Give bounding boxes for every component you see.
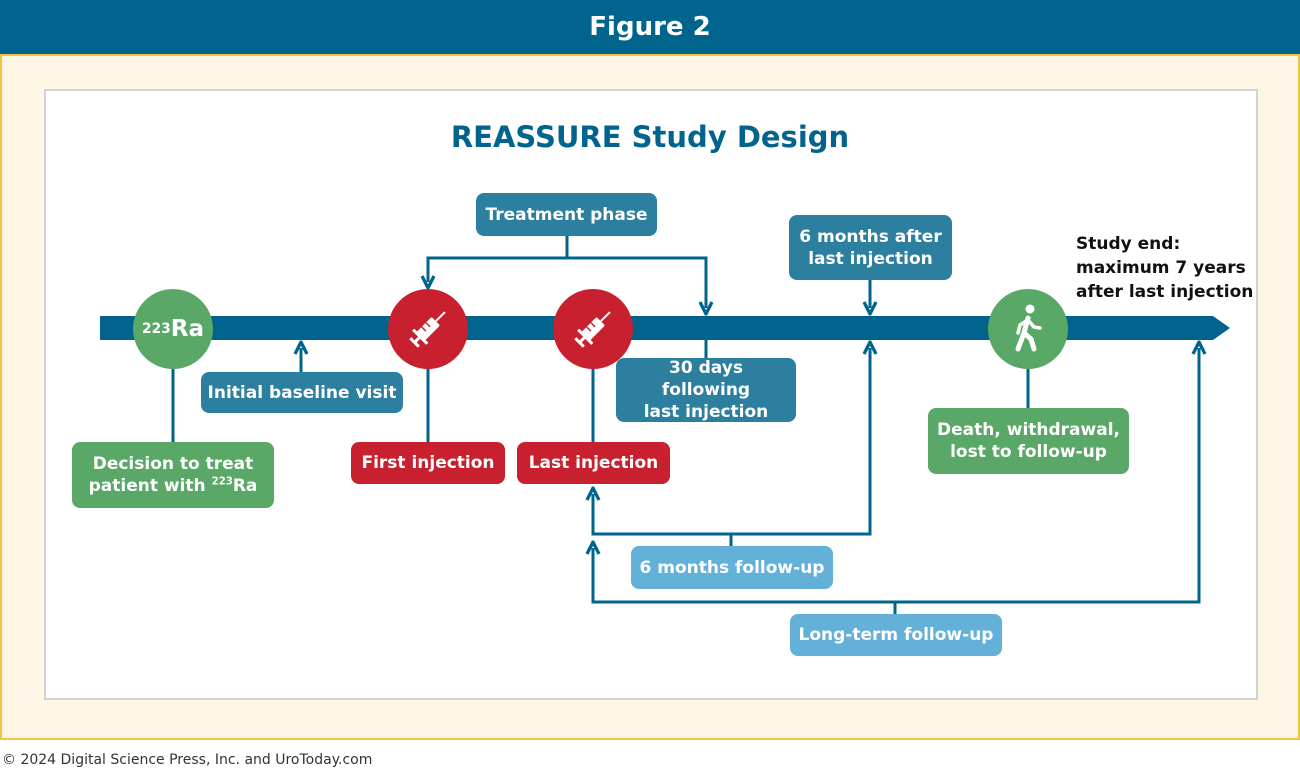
study-end-label: Study end: <box>1076 234 1181 254</box>
decision-line1: Decision to treat <box>92 454 254 474</box>
ra-marker-label: 223 Ra <box>141 316 205 342</box>
first-injection-box: First injection <box>351 442 505 484</box>
last-injection-label: Last injection <box>528 453 659 473</box>
decision-sup: 223 <box>211 476 233 488</box>
ra-marker-symbol: Ra <box>170 316 205 342</box>
study-end-circle <box>988 289 1068 369</box>
treatment-phase-label: Treatment phase <box>485 204 648 225</box>
six-months-after-line1: 6 months after <box>799 226 942 247</box>
decision-box: Decision to treat patient with 223Ra <box>72 442 274 508</box>
thirty-days-box: 30 days following last injection <box>616 358 796 422</box>
death-line2: lost to follow-up <box>950 442 1107 462</box>
initial-baseline-label: Initial baseline visit <box>207 382 397 403</box>
initial-baseline-box: Initial baseline visit <box>201 372 403 413</box>
long-term-followup-box: Long-term follow-up <box>790 614 1002 656</box>
first-injection-label: First injection <box>361 453 495 473</box>
death-line1: Death, withdrawal, <box>937 420 1120 440</box>
six-months-after-line2: last injection <box>808 248 933 269</box>
decision-symbol: Ra <box>232 476 258 496</box>
six-months-followup-box: 6 months follow-up <box>631 546 833 589</box>
death-withdrawal-box: Death, withdrawal, lost to follow-up <box>928 408 1129 474</box>
long-term-followup-label: Long-term follow-up <box>798 625 994 645</box>
last-injection-box: Last injection <box>517 442 670 484</box>
copyright-footer: © 2024 Digital Science Press, Inc. and U… <box>2 752 373 768</box>
decision-line2-prefix: patient with <box>88 476 212 496</box>
study-end-text: Study end: maximum 7 years after last in… <box>1076 232 1276 304</box>
decision-line2: patient with 223Ra <box>89 475 258 497</box>
thirty-days-line1: 30 days following <box>661 358 751 400</box>
study-end-line2: after last injection <box>1076 282 1254 302</box>
six-months-after-box: 6 months after last injection <box>789 215 952 280</box>
study-end-line1: maximum 7 years <box>1076 258 1246 278</box>
treatment-phase-box: Treatment phase <box>476 193 657 236</box>
thirty-days-line2: last injection <box>643 402 769 422</box>
six-months-followup-label: 6 months follow-up <box>639 557 825 578</box>
